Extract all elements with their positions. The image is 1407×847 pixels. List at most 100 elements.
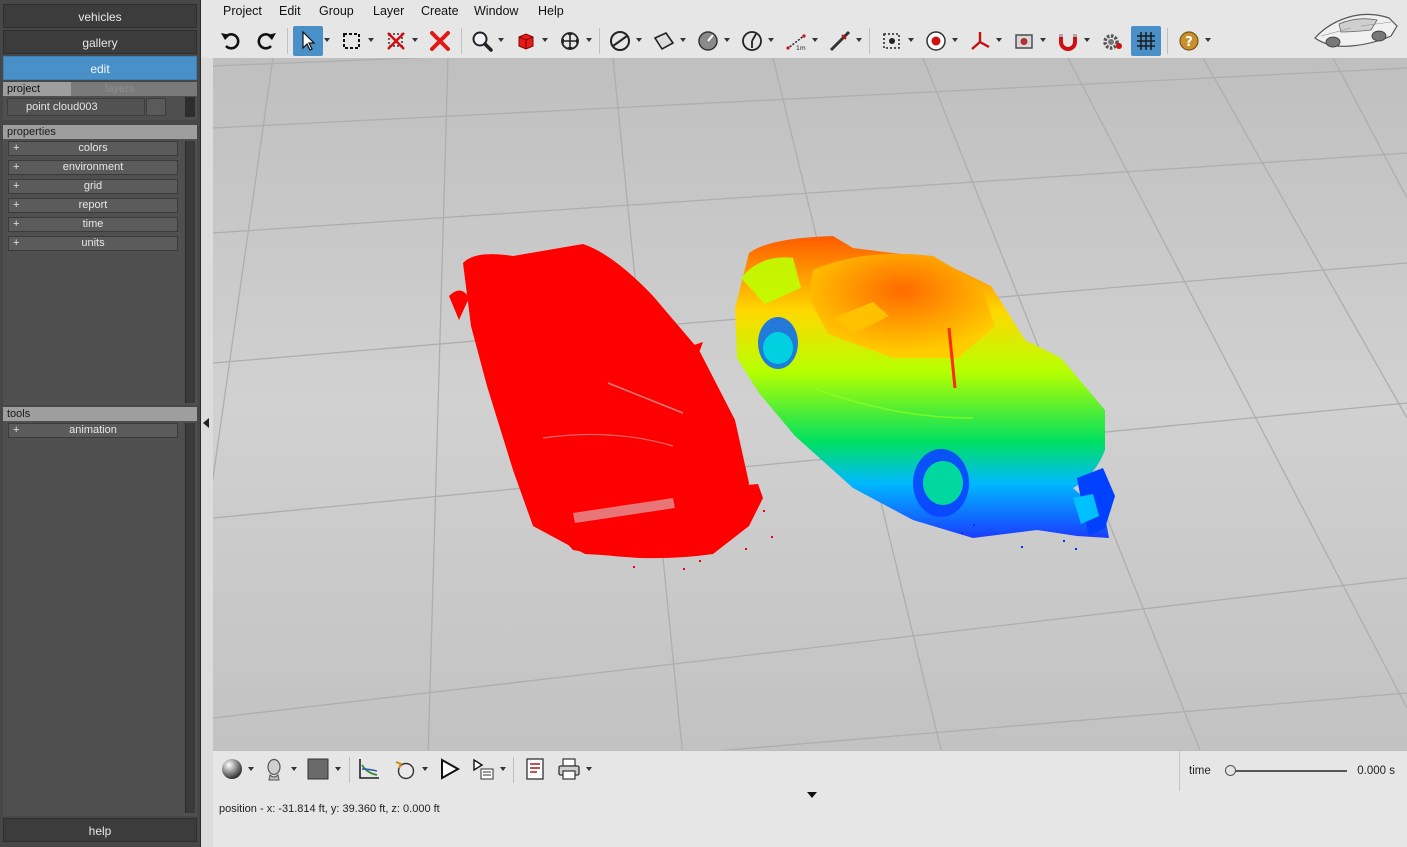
menu-help[interactable]: Help xyxy=(538,4,564,18)
gauge-dropdown-icon[interactable] xyxy=(724,38,730,42)
hide-dropdown-icon[interactable] xyxy=(412,38,418,42)
angle-dropdown-icon[interactable] xyxy=(768,38,774,42)
time-slider[interactable] xyxy=(1225,765,1347,776)
expand-icon[interactable]: + xyxy=(13,218,19,231)
report-document-icon[interactable] xyxy=(520,754,550,784)
measure-angle-icon[interactable] xyxy=(737,26,767,56)
material-dropdown-icon[interactable] xyxy=(248,767,254,771)
select-dropdown-icon[interactable] xyxy=(324,38,330,42)
hide-points-icon[interactable] xyxy=(381,26,411,56)
gauge-icon[interactable] xyxy=(693,26,723,56)
expand-icon[interactable]: + xyxy=(13,424,19,437)
distance-ruler-icon[interactable]: 1m xyxy=(781,26,811,56)
magnet-dropdown-icon[interactable] xyxy=(1084,38,1090,42)
material-sphere-icon[interactable] xyxy=(217,754,247,784)
tools-scrollbar[interactable] xyxy=(185,423,195,813)
camera-target-icon[interactable] xyxy=(877,26,907,56)
record-dropdown-icon[interactable] xyxy=(952,38,958,42)
property-time[interactable]: + time xyxy=(8,217,178,232)
cube-dropdown-icon[interactable] xyxy=(542,38,548,42)
frames-dropdown-icon[interactable] xyxy=(500,767,506,771)
zoom-dropdown-icon[interactable] xyxy=(498,38,504,42)
3d-viewport[interactable] xyxy=(213,58,1407,750)
collapse-panel-icon[interactable] xyxy=(203,418,209,428)
menu-group[interactable]: Group xyxy=(319,4,354,18)
zoom-icon[interactable] xyxy=(467,26,497,56)
properties-scrollbar[interactable] xyxy=(185,141,195,403)
marquee-dropdown-icon[interactable] xyxy=(368,38,374,42)
human-figure-icon[interactable] xyxy=(259,754,289,784)
nav-help-button[interactable]: help xyxy=(3,818,197,842)
magnet-icon[interactable] xyxy=(1053,26,1083,56)
project-scrollbar[interactable] xyxy=(185,97,195,117)
property-label: time xyxy=(82,218,104,230)
redo-icon[interactable] xyxy=(251,26,281,56)
target-dropdown-icon[interactable] xyxy=(908,38,914,42)
cube-icon[interactable] xyxy=(511,26,541,56)
time-slider-handle[interactable] xyxy=(1225,765,1236,776)
project-item[interactable]: point cloud003 xyxy=(7,98,145,116)
animate-dropdown-icon[interactable] xyxy=(422,767,428,771)
project-list: point cloud003 xyxy=(3,96,197,120)
move-dropdown-icon[interactable] xyxy=(586,38,592,42)
property-environment[interactable]: + environment xyxy=(8,160,178,175)
nav-vehicles-button[interactable]: vehicles xyxy=(3,4,197,28)
frames-list-icon[interactable] xyxy=(469,754,499,784)
viewport-canvas[interactable] xyxy=(213,58,1407,750)
print-dropdown-icon[interactable] xyxy=(586,767,592,771)
scale-icon[interactable] xyxy=(825,26,855,56)
sphere-dropdown-icon[interactable] xyxy=(636,38,642,42)
printer-icon[interactable] xyxy=(554,754,584,784)
color-swatch-icon[interactable] xyxy=(303,754,333,784)
tab-layers[interactable]: layers xyxy=(101,82,134,96)
menu-edit[interactable]: Edit xyxy=(279,4,301,18)
expand-icon[interactable]: + xyxy=(13,161,19,174)
snapshot-icon[interactable] xyxy=(1009,26,1039,56)
property-report[interactable]: + report xyxy=(8,198,178,213)
expand-bottom-icon[interactable] xyxy=(807,792,817,798)
svg-text:1m: 1m xyxy=(796,45,806,52)
marquee-icon[interactable] xyxy=(337,26,367,56)
record-icon[interactable] xyxy=(921,26,951,56)
expand-icon[interactable]: + xyxy=(13,199,19,212)
property-units[interactable]: + units xyxy=(8,236,178,251)
help-dropdown-icon[interactable] xyxy=(1205,38,1211,42)
graph-icon[interactable] xyxy=(354,754,384,784)
menu-window[interactable]: Window xyxy=(474,4,518,18)
swatch-dropdown-icon[interactable] xyxy=(335,767,341,771)
plane-dropdown-icon[interactable] xyxy=(680,38,686,42)
animate-path-icon[interactable] xyxy=(390,754,420,784)
plane-icon[interactable] xyxy=(649,26,679,56)
menu-create[interactable]: Create xyxy=(421,4,459,18)
play-icon[interactable] xyxy=(434,754,464,784)
undo-icon[interactable] xyxy=(216,26,246,56)
expand-icon[interactable]: + xyxy=(13,142,19,155)
menu-layer[interactable]: Layer xyxy=(373,4,404,18)
scale-dropdown-icon[interactable] xyxy=(856,38,862,42)
tab-project[interactable]: project xyxy=(3,82,71,96)
axis-dropdown-icon[interactable] xyxy=(996,38,1002,42)
axis-icon[interactable] xyxy=(965,26,995,56)
delete-icon[interactable] xyxy=(425,26,455,56)
help-icon[interactable]: ? xyxy=(1174,26,1204,56)
menu-bar: Project Edit Group Layer Create Window H… xyxy=(201,0,1407,24)
expand-icon[interactable]: + xyxy=(13,180,19,193)
settings-gear-icon[interactable] xyxy=(1097,26,1127,56)
move-icon[interactable] xyxy=(555,26,585,56)
grid-toggle-icon[interactable] xyxy=(1131,26,1161,56)
sphere-icon[interactable] xyxy=(605,26,635,56)
project-tab-strip: project layers xyxy=(3,82,197,96)
nav-gallery-button[interactable]: gallery xyxy=(3,30,197,54)
menu-project[interactable]: Project xyxy=(223,4,262,18)
project-item-toggle[interactable] xyxy=(146,98,166,116)
property-colors[interactable]: + colors xyxy=(8,141,178,156)
figure-dropdown-icon[interactable] xyxy=(291,767,297,771)
time-control: time 0.000 s xyxy=(1179,751,1407,791)
property-grid[interactable]: + grid xyxy=(8,179,178,194)
nav-edit-button[interactable]: edit xyxy=(3,56,197,80)
snapshot-dropdown-icon[interactable] xyxy=(1040,38,1046,42)
tool-animation[interactable]: + animation xyxy=(8,423,178,438)
ruler-dropdown-icon[interactable] xyxy=(812,38,818,42)
expand-icon[interactable]: + xyxy=(13,237,19,250)
select-arrow-icon[interactable] xyxy=(293,26,323,56)
